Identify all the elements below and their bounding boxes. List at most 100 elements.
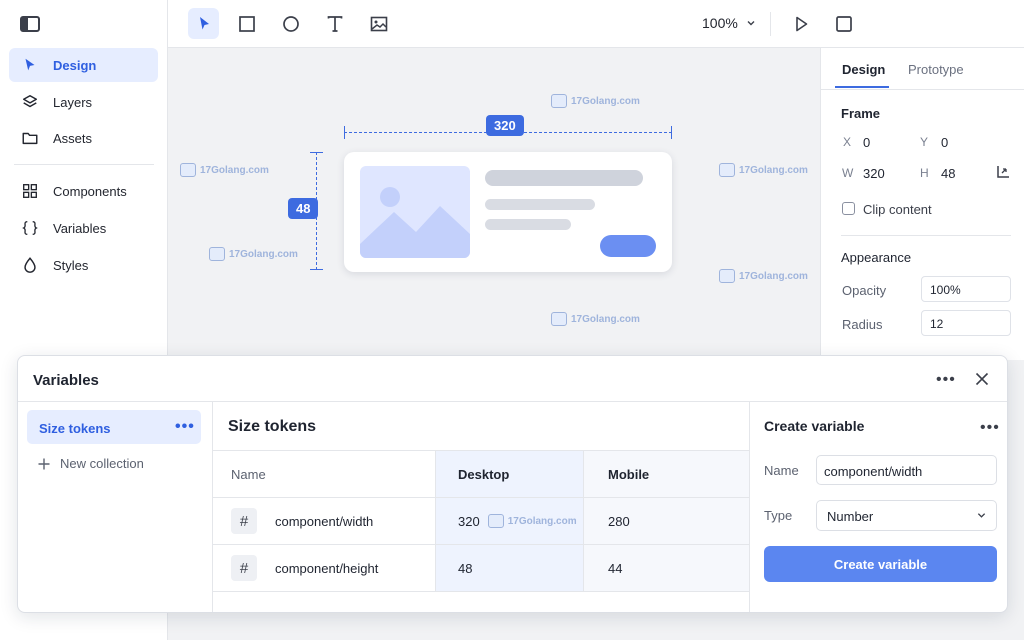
sidebar-item-components[interactable]: Components — [9, 174, 158, 208]
rectangle-icon — [238, 15, 255, 32]
column-header-desktop: Desktop — [435, 451, 583, 497]
appearance-section-title: Appearance — [841, 250, 912, 265]
mobile-value-cell[interactable]: 280 — [583, 498, 749, 544]
desktop-value-cell[interactable]: 320 17Golang.com — [435, 498, 583, 544]
ellipse-tool-button[interactable] — [275, 8, 306, 39]
plus-icon — [38, 458, 50, 469]
clip-content-checkbox[interactable] — [842, 202, 855, 215]
sidebar-item-label: Variables — [53, 220, 107, 236]
opacity-label: Opacity — [842, 283, 887, 298]
square-icon — [835, 15, 852, 32]
create-variable-pane: Create variable ••• Name component/width… — [749, 402, 1007, 612]
create-more-icon[interactable]: ••• — [980, 420, 1000, 436]
collection-item-size-tokens[interactable]: Size tokens ••• — [27, 410, 201, 444]
sidebar-item-variables[interactable]: Variables — [9, 211, 158, 245]
variables-table: Name Desktop Mobile # component/width 32… — [213, 450, 749, 592]
chevron-down-icon — [977, 513, 986, 518]
table-row[interactable]: # component/height 48 44 — [213, 544, 749, 591]
sidebar-item-layers[interactable]: Layers — [9, 85, 158, 119]
watermark: 17Golang.com — [719, 269, 808, 283]
create-variable-button[interactable]: Create variable — [764, 546, 997, 582]
text-tool-button[interactable] — [319, 8, 350, 39]
text-icon — [327, 15, 342, 32]
cursor-icon — [25, 58, 35, 71]
circle-icon — [282, 15, 299, 32]
sidebar-toggle-icon[interactable] — [20, 16, 40, 32]
text-placeholder — [485, 219, 571, 230]
play-button[interactable] — [785, 8, 816, 39]
drop-icon — [24, 257, 36, 273]
watermark: 17Golang.com — [180, 163, 269, 177]
collection-label: Size tokens — [39, 421, 111, 436]
variable-name-input[interactable]: component/width — [816, 455, 997, 485]
selected-card-frame[interactable] — [344, 152, 672, 272]
watermark-logo-icon — [719, 269, 735, 283]
grid-icon — [23, 184, 37, 198]
x-label: X — [843, 135, 852, 149]
watermark-logo-icon — [551, 94, 567, 108]
image-tool-button[interactable] — [363, 8, 394, 39]
watermark: 17Golang.com — [551, 94, 640, 108]
more-options-icon[interactable]: ••• — [936, 372, 956, 388]
title-placeholder — [485, 170, 643, 186]
modal-header: Variables ••• — [18, 356, 1007, 402]
new-collection-label: New collection — [60, 456, 144, 471]
type-select[interactable]: Number — [816, 500, 997, 531]
modal-title: Variables — [33, 372, 99, 389]
collections-pane: Size tokens ••• New collection — [18, 402, 213, 612]
present-button[interactable] — [828, 8, 859, 39]
watermark: 17Golang.com — [487, 514, 577, 528]
table-title: Size tokens — [228, 418, 317, 435]
zoom-value: 100% — [702, 15, 738, 31]
x-value-field[interactable]: 0 — [863, 135, 870, 150]
h-value-field[interactable]: 48 — [941, 166, 955, 181]
tab-design[interactable]: Design — [842, 62, 885, 77]
sidebar-item-assets[interactable]: Assets — [9, 121, 158, 155]
w-value-field[interactable]: 320 — [863, 166, 885, 181]
column-header-name: Name — [231, 466, 266, 482]
table-header-row: Name Desktop Mobile — [213, 450, 749, 497]
tab-prototype[interactable]: Prototype — [908, 62, 964, 77]
watermark-logo-icon — [551, 312, 567, 326]
create-variable-title: Create variable — [764, 418, 865, 434]
watermark: 17Golang.com — [719, 163, 808, 177]
play-icon — [795, 16, 807, 31]
table-row[interactable]: # component/width 320 17Golang.com 280 — [213, 497, 749, 544]
height-dimension-label: 48 — [288, 198, 319, 219]
chevron-down-icon — [747, 21, 755, 26]
watermark-logo-icon — [209, 247, 225, 261]
watermark-logo-icon — [180, 163, 196, 177]
watermark-logo-icon — [719, 163, 735, 177]
w-label: W — [842, 166, 854, 180]
variables-table-pane: Size tokens Name Desktop Mobile # compon… — [213, 402, 749, 612]
sidebar-item-label: Assets — [53, 130, 93, 146]
type-select-value: Number — [827, 509, 874, 524]
collection-more-icon[interactable]: ••• — [175, 419, 195, 435]
rectangle-tool-button[interactable] — [231, 8, 262, 39]
opacity-input[interactable]: 100% — [921, 276, 1011, 302]
resize-constraints-icon[interactable] — [996, 165, 1010, 179]
type-label: Type — [764, 508, 793, 523]
y-label: Y — [920, 135, 929, 149]
desktop-value-cell[interactable]: 48 — [435, 545, 583, 591]
radius-input[interactable]: 12 — [921, 310, 1011, 336]
h-label: H — [920, 166, 929, 180]
sidebar-item-label: Components — [53, 183, 127, 199]
mobile-value-cell[interactable]: 44 — [583, 545, 749, 591]
y-value-field[interactable]: 0 — [941, 135, 948, 150]
close-icon[interactable] — [975, 372, 989, 386]
watermark: 17Golang.com — [209, 247, 298, 261]
image-placeholder-icon — [360, 187, 470, 258]
text-placeholder — [485, 199, 595, 210]
image-icon — [370, 16, 387, 31]
zoom-dropdown[interactable]: 100% — [702, 15, 756, 31]
select-tool-button[interactable] — [188, 8, 219, 39]
sidebar-item-styles[interactable]: Styles — [9, 248, 158, 282]
new-collection-button[interactable]: New collection — [38, 456, 144, 471]
design-canvas[interactable]: 320 48 17Golang.com 17Golang.com 17Golan… — [168, 48, 820, 360]
radius-label: Radius — [842, 317, 883, 332]
sidebar-item-design[interactable]: Design — [9, 48, 158, 82]
cursor-icon — [199, 16, 209, 29]
variable-name-cell: # component/height — [231, 545, 378, 591]
name-label: Name — [764, 463, 799, 478]
